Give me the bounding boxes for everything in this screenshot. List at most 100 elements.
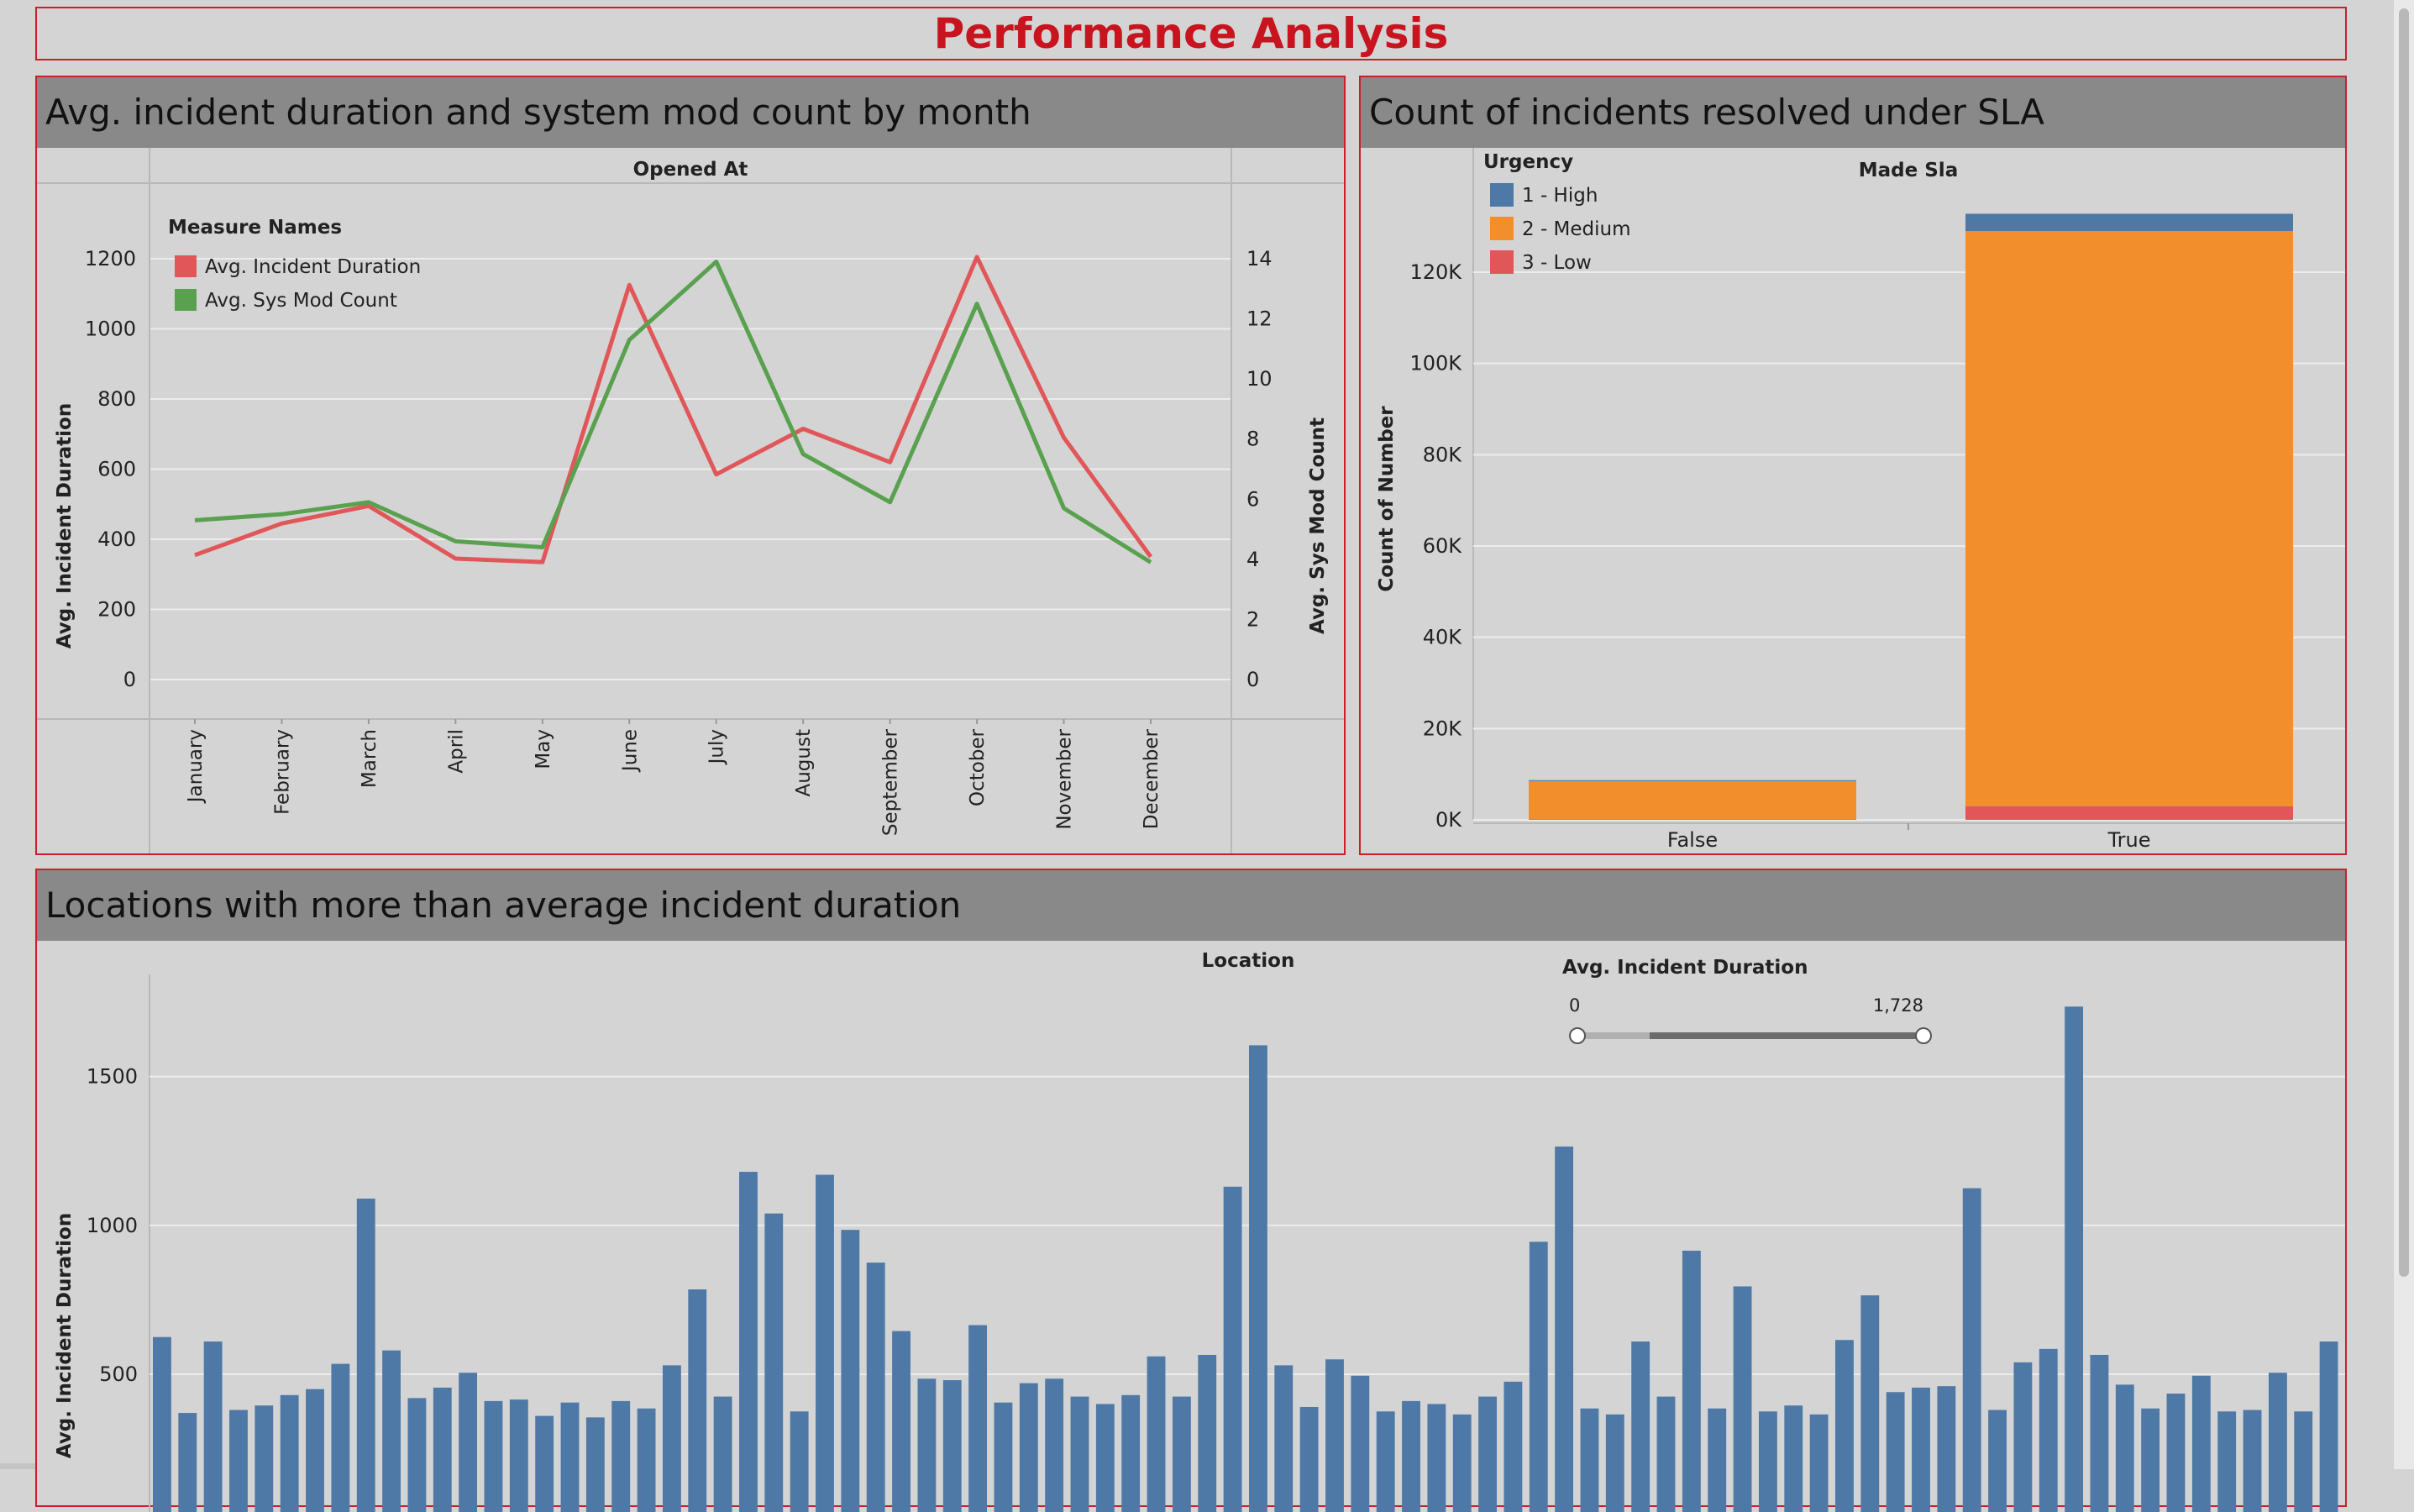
- legend-swatch-sys-mod-count: [175, 289, 197, 311]
- location-bar: [1071, 1397, 1089, 1512]
- line-ytick-left: 1200: [85, 247, 136, 270]
- location-bar: [611, 1401, 630, 1512]
- location-bar: [1784, 1405, 1803, 1512]
- line-xtick-label: February: [271, 729, 293, 815]
- location-bar: [968, 1326, 987, 1512]
- locations-bar-chart[interactable]: Location Avg. Incident Duration 50010001…: [37, 941, 2345, 1512]
- legend-swatch-high: [1490, 183, 1514, 207]
- location-bar: [407, 1398, 426, 1512]
- line-ytick-left: 1000: [85, 318, 136, 341]
- location-bar: [1581, 1409, 1599, 1512]
- location-bar: [1173, 1397, 1191, 1512]
- location-bar: [1147, 1357, 1166, 1512]
- sla-panel-title: Count of incidents resolved under SLA: [1361, 77, 2345, 148]
- location-bar: [2116, 1384, 2134, 1512]
- location-bar: [561, 1403, 580, 1512]
- location-bar: [1759, 1411, 1777, 1512]
- line-ytick-right: 10: [1246, 367, 1273, 391]
- location-bar: [1453, 1415, 1472, 1512]
- locations-ytick: 1000: [87, 1214, 138, 1237]
- line-xtick-label: April: [445, 729, 467, 774]
- sla-ytick: 120K: [1409, 260, 1462, 284]
- location-bar: [2192, 1376, 2211, 1512]
- legend-swatch-medium: [1490, 217, 1514, 240]
- sla-xtick-label: False: [1667, 828, 1718, 852]
- location-bar: [1504, 1382, 1522, 1512]
- legend-label-medium: 2 - Medium: [1522, 218, 1631, 240]
- location-bar: [1274, 1365, 1293, 1512]
- line-xtick-label: December: [1141, 728, 1162, 829]
- line-xtick-label: July: [706, 729, 728, 765]
- sla-xtick-label: True: [2107, 828, 2151, 852]
- sla-legend-title: Urgency: [1483, 151, 1573, 173]
- location-bar: [153, 1337, 171, 1512]
- line-ytick-right: 0: [1246, 668, 1259, 691]
- locations-ylabel: Avg. Incident Duration: [54, 1213, 76, 1458]
- location-bar: [994, 1403, 1013, 1512]
- line-xtick-label: June: [619, 729, 641, 773]
- location-bar: [867, 1263, 885, 1512]
- location-bar: [1887, 1392, 1905, 1512]
- sla-ytick: 40K: [1423, 626, 1463, 649]
- location-bar: [663, 1365, 681, 1512]
- sla-bar-segment: [1965, 231, 2293, 806]
- location-bar: [714, 1397, 732, 1512]
- location-bar: [2217, 1411, 2236, 1512]
- sla-ylabel: Count of Number: [1376, 406, 1398, 592]
- line-ytick-right: 14: [1246, 247, 1273, 270]
- sla-legend: Urgency 1 - High 2 - Medium 3 - Low: [1483, 151, 1631, 274]
- line-ytick-right: 6: [1246, 487, 1259, 511]
- locations-chart-header: Location: [1202, 950, 1295, 972]
- line-xtick-label: September: [880, 728, 902, 836]
- sla-ytick: 20K: [1423, 717, 1463, 740]
- location-bar: [739, 1172, 758, 1512]
- location-bar: [1351, 1376, 1369, 1512]
- location-bar: [2065, 1006, 2083, 1512]
- location-bar: [1402, 1401, 1420, 1512]
- location-bar: [2091, 1355, 2109, 1512]
- line-xtick-label: May: [533, 729, 554, 769]
- filter-max-handle[interactable]: [1916, 1028, 1931, 1043]
- line-ytick-left: 800: [97, 387, 136, 411]
- location-bar: [1045, 1378, 1063, 1512]
- location-bar: [1427, 1404, 1446, 1512]
- location-bar: [688, 1289, 706, 1512]
- sla-ytick: 0K: [1435, 808, 1462, 832]
- legend-label-low: 3 - Low: [1522, 252, 1592, 274]
- location-bar: [816, 1175, 834, 1512]
- vertical-scrollbar-thumb[interactable]: [2399, 8, 2409, 1277]
- location-bar: [1020, 1383, 1038, 1512]
- location-bar: [535, 1416, 554, 1512]
- legend-swatch-incident-duration: [175, 255, 197, 277]
- monthly-panel: Avg. incident duration and system mod co…: [35, 76, 1346, 855]
- legend-swatch-low: [1490, 250, 1514, 274]
- filter-title: Avg. Incident Duration: [1562, 957, 1808, 979]
- line-ytick-left: 600: [97, 458, 136, 481]
- line-ytick-right: 2: [1246, 607, 1259, 631]
- duration-range-filter[interactable]: Avg. Incident Duration 0 1,728: [1562, 957, 1931, 1043]
- sla-bar-segment: [1965, 213, 2293, 231]
- locations-panel-title: Locations with more than average inciden…: [37, 870, 2345, 941]
- location-bar: [1937, 1386, 1955, 1512]
- location-bar: [1198, 1355, 1216, 1512]
- location-bar: [1249, 1045, 1267, 1512]
- line-xtick-label: October: [967, 728, 989, 806]
- location-bar: [1682, 1251, 1701, 1512]
- sla-bar-segment: [1529, 780, 1856, 781]
- location-bar: [331, 1364, 349, 1512]
- line-legend-title: Measure Names: [168, 217, 342, 239]
- filter-min-handle[interactable]: [1570, 1028, 1585, 1043]
- line-ylabel-right: Avg. Sys Mod Count: [1307, 417, 1329, 634]
- location-bar: [2320, 1341, 2338, 1512]
- sla-ytick: 60K: [1423, 534, 1463, 558]
- location-bar: [1912, 1388, 1930, 1512]
- location-bar: [1963, 1189, 1981, 1512]
- sla-bar-chart[interactable]: Made Sla Count of Number 0K20K40K60K80K1…: [1361, 148, 2345, 853]
- sla-bar-segment: [1529, 819, 1856, 820]
- monthly-line-chart[interactable]: Opened At Avg. Incident Duration Avg. Sy…: [37, 148, 1344, 853]
- location-bar: [2013, 1362, 2032, 1512]
- legend-label-incident-duration: Avg. Incident Duration: [205, 256, 421, 278]
- sla-ytick: 100K: [1409, 352, 1462, 375]
- sla-bar-segment: [1529, 781, 1856, 820]
- location-bar: [357, 1199, 375, 1512]
